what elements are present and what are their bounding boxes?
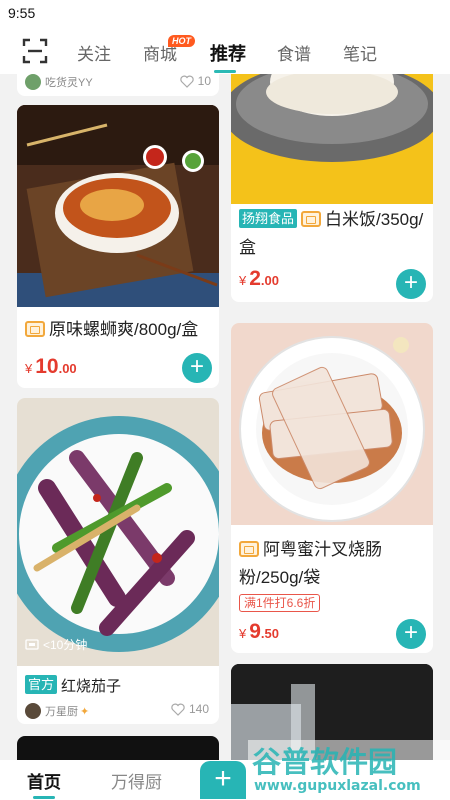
product-title: 阿粤蜜汁叉烧肠粉/250g/袋 (239, 536, 431, 592)
tab-recommend[interactable]: 推荐 (210, 40, 246, 66)
shop-icon (239, 541, 259, 557)
add-to-cart-button[interactable]: + (182, 353, 212, 383)
nav-active-indicator (33, 796, 55, 799)
likes[interactable]: 140 (171, 702, 209, 716)
avatar (25, 74, 41, 90)
discount-tag: 满1件打6.6折 (239, 594, 321, 612)
feed-card-partial[interactable]: 吃货灵YY 10 (17, 74, 219, 96)
feed[interactable]: 吃货灵YY 10 原味螺蛳爽/800g/盒 ¥ 10 .00 + <10分钟 官… (0, 74, 450, 760)
tab-follow[interactable]: 关注 (77, 40, 111, 65)
rice-noodle-roll-plate-icon (231, 323, 433, 525)
heart-icon (171, 703, 185, 716)
duration-text: <10分钟 (43, 638, 88, 652)
price-integer: 9 (249, 620, 261, 643)
price-integer: 2 (249, 267, 261, 290)
watermark-logo: 谷普软件园 www.gupuxlazal.com (248, 740, 450, 794)
crown-icon: ✦ (80, 705, 90, 718)
price-symbol: ¥ (239, 626, 247, 641)
author-name: 吃货灵YY (45, 77, 93, 89)
heart-icon (179, 75, 194, 88)
price-integer: 10 (35, 355, 59, 378)
product-title: 扬翔食品 白米饭/350g/盒 (239, 206, 431, 262)
status-bar: 9:55 (0, 0, 450, 26)
product-title: 原味螺蛳爽/800g/盒 (25, 316, 215, 344)
price-symbol: ¥ (25, 361, 33, 376)
snail-noodle-bowl-icon (17, 105, 219, 307)
recipe-title: 官方 红烧茄子 (25, 673, 121, 701)
product-title-text: 阿粤蜜汁叉烧肠粉/250g/袋 (239, 540, 382, 587)
price-decimal: .00 (58, 361, 77, 376)
official-tag: 官方 (25, 675, 58, 694)
nav-wandechu[interactable]: 万得厨 (111, 768, 162, 793)
white-rice-plate-icon (231, 74, 433, 204)
author-name: 万星厨 (45, 706, 78, 718)
svg-text:谷普软件园: 谷普软件园 (252, 745, 397, 779)
tab-active-indicator (214, 70, 236, 73)
product-card[interactable]: 原味螺蛳爽/800g/盒 ¥ 10 .00 + (17, 105, 219, 388)
price: ¥ 10 .00 (25, 355, 77, 379)
nav-home[interactable]: 首页 (27, 768, 61, 793)
status-time: 9:55 (8, 5, 36, 21)
likes[interactable]: 10 (179, 74, 211, 88)
product-card[interactable]: 扬翔食品 白米饭/350g/盒 ¥ 2 .00 + (231, 74, 433, 302)
scan-icon[interactable] (22, 38, 48, 64)
add-to-cart-button[interactable]: + (396, 619, 426, 649)
tab-recipes[interactable]: 食谱 (277, 40, 311, 65)
braised-eggplant-dish-icon (17, 398, 219, 666)
recipe-card[interactable]: <10分钟 官方 红烧茄子 万星厨 ✦ 140 (17, 398, 219, 724)
svg-text:www.gupuxlazal.com: www.gupuxlazal.com (254, 778, 421, 794)
brand-tag: 扬翔食品 (239, 209, 298, 228)
likes-count: 140 (188, 702, 209, 716)
price-decimal: .50 (260, 626, 279, 641)
duration-badge: <10分钟 (25, 636, 87, 653)
price: ¥ 2 .00 (239, 267, 279, 291)
product-title-text: 原味螺蛳爽/800g/盒 (49, 320, 199, 339)
price: ¥ 9 .50 (239, 620, 279, 644)
shop-icon (25, 321, 45, 337)
top-nav: 关注 商城 HOT 推荐 食谱 笔记 (0, 26, 450, 74)
likes-count: 10 (197, 74, 211, 88)
price-decimal: .00 (260, 273, 279, 288)
create-post-button[interactable]: + (200, 761, 246, 799)
tab-notes[interactable]: 笔记 (343, 40, 377, 65)
price-symbol: ¥ (239, 273, 247, 288)
hot-badge: HOT (168, 35, 195, 47)
product-card[interactable]: 阿粤蜜汁叉烧肠粉/250g/袋 满1件打6.6折 ¥ 9 .50 + (231, 323, 433, 653)
feed-card-next[interactable] (17, 736, 219, 760)
shop-icon (301, 211, 322, 227)
card-author-row: 万星厨 ✦ (25, 703, 89, 719)
video-icon (25, 639, 39, 650)
avatar (25, 703, 41, 719)
card-author-row: 吃货灵YY (25, 74, 93, 90)
add-to-cart-button[interactable]: + (396, 269, 426, 299)
recipe-title-text: 红烧茄子 (61, 678, 122, 695)
